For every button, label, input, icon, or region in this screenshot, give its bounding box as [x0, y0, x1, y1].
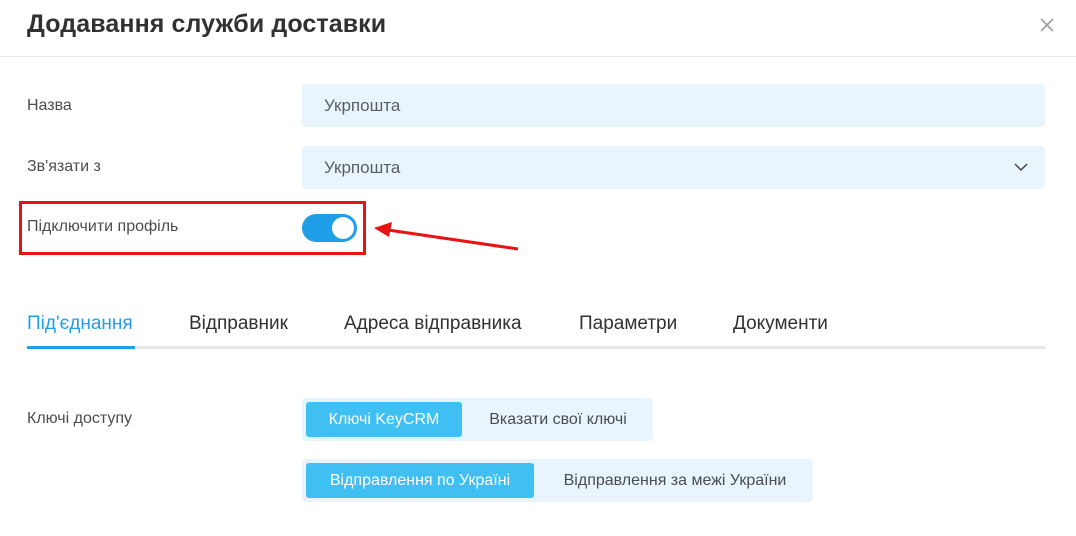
keys-segment: Ключі KeyCRM Вказати свої ключі	[302, 398, 653, 441]
link-select-value: Укрпошта	[324, 158, 401, 177]
dialog-title: Додавання служби доставки	[27, 10, 387, 38]
name-field[interactable]: Укрпошта	[302, 84, 1045, 127]
international-shipping-button[interactable]: Відправлення за межі України	[542, 463, 808, 498]
link-label: Зв'язати з	[27, 158, 101, 175]
profile-toggle[interactable]	[302, 214, 357, 242]
tab-connection[interactable]: Під'єднання	[27, 313, 133, 335]
tab-documents[interactable]: Документи	[733, 313, 828, 335]
dialog-header: Додавання служби доставки	[0, 0, 1076, 57]
close-icon[interactable]	[1036, 14, 1058, 36]
access-keys-label: Ключі доступу	[27, 410, 133, 427]
tab-parameters[interactable]: Параметри	[579, 313, 677, 335]
tab-sender-address[interactable]: Адреса відправника	[344, 313, 522, 335]
own-keys-button[interactable]: Вказати свої ключі	[468, 402, 648, 437]
shipping-segment: Відправлення по Україні Відправлення за …	[302, 459, 813, 502]
link-select[interactable]: Укрпошта	[302, 146, 1045, 189]
annotation-arrow-icon	[374, 222, 519, 251]
toggle-knob	[332, 217, 354, 239]
chevron-down-icon	[1014, 163, 1028, 172]
active-tab-underline	[27, 346, 135, 349]
domestic-shipping-button[interactable]: Відправлення по Україні	[306, 463, 534, 498]
tabs-divider	[27, 346, 1045, 349]
profile-label: Підключити профіль	[27, 218, 179, 235]
name-field-value: Укрпошта	[324, 96, 401, 115]
keycrm-keys-button[interactable]: Ключі KeyCRM	[306, 402, 462, 437]
tab-sender[interactable]: Відправник	[189, 313, 288, 335]
name-label: Назва	[27, 97, 72, 114]
